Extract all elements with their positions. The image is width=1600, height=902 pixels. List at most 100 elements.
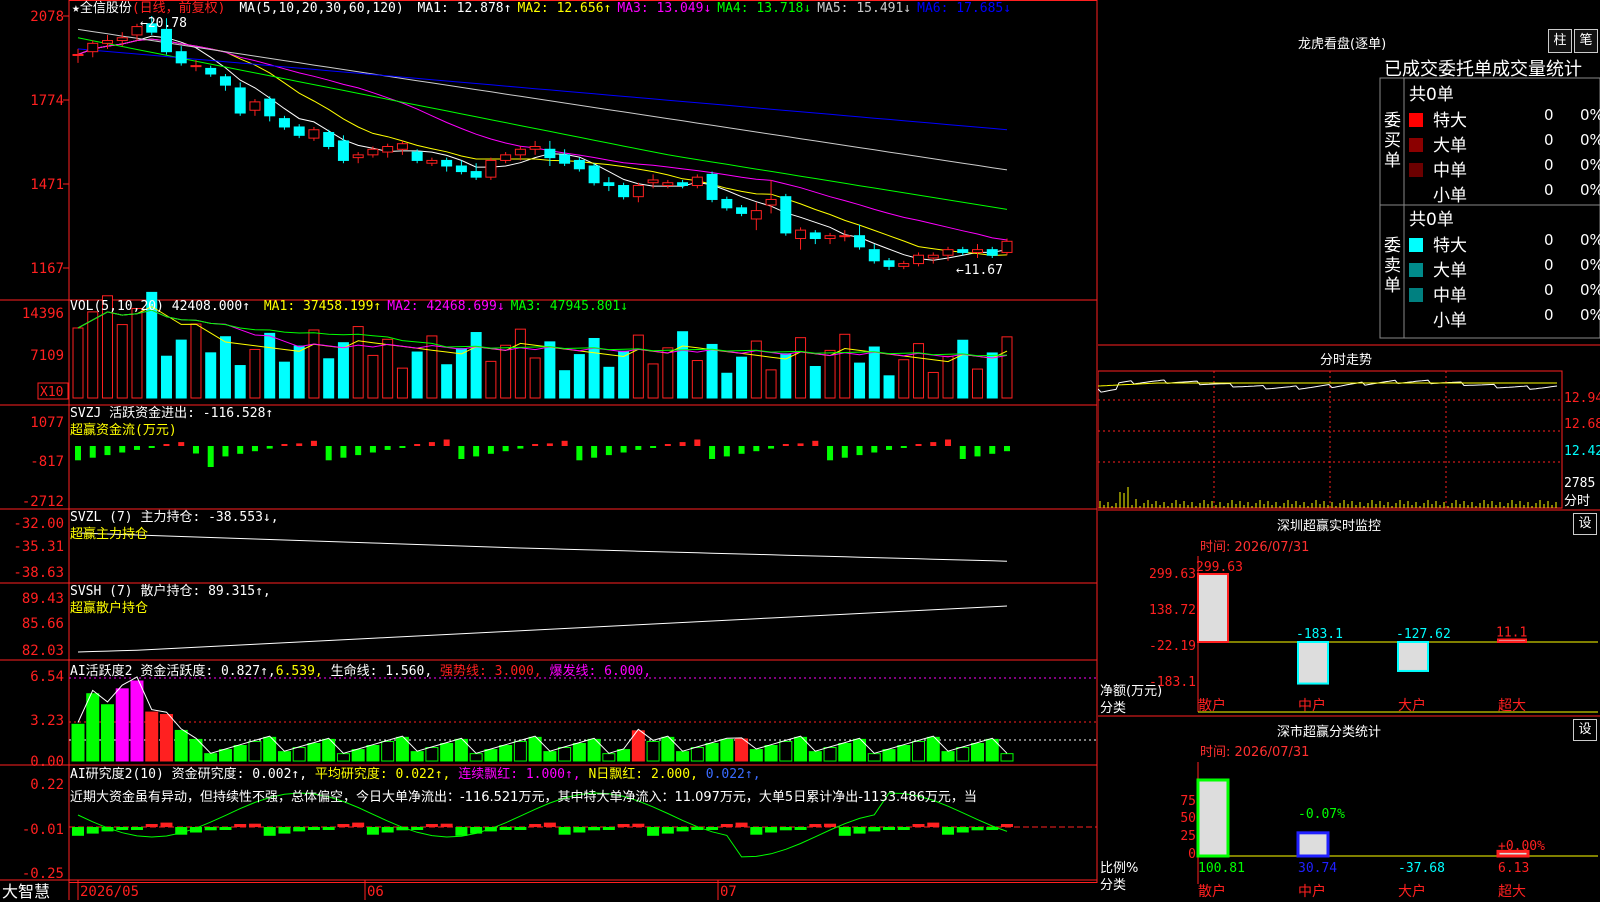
activity-bar <box>71 723 85 762</box>
ma-value-2: MA2: 12.656↑ <box>517 1 612 16</box>
candle-body <box>750 210 762 220</box>
volume-bar <box>603 366 615 399</box>
sell-order-count: 0 <box>1544 231 1554 249</box>
fund-flow-bar <box>458 446 465 459</box>
buy-order-type: 特大 <box>1433 111 1467 131</box>
activity-bar <box>86 693 100 762</box>
volume-bar <box>293 345 305 399</box>
fund-flow-bar <box>782 444 789 446</box>
buy-order-percent: 0% <box>1580 106 1600 124</box>
fund-flow-bar <box>443 439 450 446</box>
volume-bar <box>883 375 895 399</box>
fund-flow-bar <box>502 446 509 452</box>
volume-bar <box>72 327 84 399</box>
research-bar <box>883 827 896 830</box>
activity-bar <box>1000 753 1014 762</box>
candle-body <box>972 249 984 253</box>
volume-bar <box>470 332 482 399</box>
ai-res-red: 连续飘红: 1.000↑, <box>458 767 581 782</box>
vol-unit-label: X10 <box>40 385 63 400</box>
main-chart-header: ★全信股份(日线，前复权) MA(5,10,20,30,60,120) MA1:… <box>72 0 1011 17</box>
candle-body <box>632 185 644 198</box>
candle-body <box>868 249 880 262</box>
activity-bar <box>676 751 690 762</box>
main-y-tick-label: 1471 <box>30 177 64 193</box>
monitor-bar <box>1197 573 1229 643</box>
research-bar <box>868 827 881 832</box>
activity-bar <box>617 749 631 762</box>
sell-order-count: 0 <box>1544 256 1554 274</box>
candle-body <box>337 140 349 161</box>
fund-flow-bar <box>119 446 126 453</box>
candle-body <box>677 182 689 187</box>
pen-mode-button[interactable]: 笔 <box>1574 29 1598 53</box>
activity-bar <box>100 704 114 762</box>
fund-flow-bar <box>296 443 303 446</box>
monitor-settings-button[interactable]: 设 <box>1573 513 1597 535</box>
research-bar <box>661 827 674 834</box>
research-bar <box>588 827 601 831</box>
activity-bar <box>912 740 926 762</box>
volume-bar <box>190 323 202 399</box>
volume-bar <box>308 329 320 399</box>
volume-bar <box>765 369 777 399</box>
activity-bar <box>808 751 822 762</box>
research-bar <box>470 827 483 834</box>
bar-mode-button[interactable]: 柱 <box>1548 29 1572 53</box>
candle-body <box>957 249 969 253</box>
vol-y-tick-label: 7109 <box>30 348 64 364</box>
candle-body <box>190 65 202 68</box>
svsh-y-tick-label: 82.03 <box>22 643 64 659</box>
candle-body <box>514 148 526 156</box>
fund-flow-bar <box>591 446 598 458</box>
volume-bar <box>927 371 939 399</box>
fund-flow-bar <box>310 440 317 446</box>
buy-order-type: 小单 <box>1433 186 1467 206</box>
fund-flow-bar <box>753 446 760 452</box>
volume-bar <box>824 349 836 399</box>
stock-title[interactable]: ★全信股份 <box>72 1 132 16</box>
candle-body <box>854 235 866 248</box>
class-settings-button[interactable]: 设 <box>1573 719 1597 741</box>
research-bar <box>529 824 542 827</box>
candle-body <box>603 182 615 187</box>
research-bar <box>499 827 512 830</box>
candle-body <box>264 98 276 117</box>
fund-flow-bar <box>384 446 391 450</box>
candle-body <box>942 249 954 256</box>
class-title: 深市超赢分类统计 <box>1277 725 1382 740</box>
volume-bar <box>455 348 467 399</box>
activity-bar <box>882 749 896 762</box>
fenshi-tick-label: 12.94 <box>1564 391 1600 406</box>
sell-order-color-swatch <box>1409 313 1423 327</box>
candle-body <box>691 176 703 187</box>
sell-order-color-swatch <box>1409 288 1423 302</box>
ma-value-5: MA5: 15.491↓ <box>817 1 912 16</box>
candle-body <box>352 154 364 159</box>
fund-flow-bar <box>251 446 258 452</box>
vol-ma-values: MA1: 37458.199↑ MA2: 42468.699↓ MA3: 47945… <box>258 299 628 314</box>
research-bar <box>366 827 379 835</box>
fund-flow-bar <box>148 446 155 448</box>
fenshi-tick-label: 12.68 <box>1564 417 1600 432</box>
volume-bar <box>205 352 217 399</box>
activity-bar <box>351 749 365 762</box>
period-label[interactable]: (日线，前复权) <box>132 1 226 16</box>
fund-flow-bar <box>797 443 804 446</box>
research-bar <box>647 827 660 836</box>
svsh-header: SVSH (7) 散户持仓: 89.315↑, 超赢散户持仓 <box>70 583 271 617</box>
research-bar <box>307 827 320 830</box>
activity-bar <box>410 751 424 762</box>
fund-flow-bar <box>650 446 657 448</box>
candle-body <box>883 260 895 267</box>
volume-bar <box>559 370 571 399</box>
vol-ma-value-1: MA1: 37458.199↑ <box>263 299 382 314</box>
fund-flow-bar <box>930 442 937 446</box>
sell-order-percent: 0% <box>1580 231 1600 249</box>
buy-total: 共0单 <box>1409 85 1454 105</box>
candle-body <box>662 182 674 187</box>
monitor-time: 时间: 2026/07/31 <box>1200 540 1310 555</box>
activity-bar <box>779 740 793 762</box>
volume-bar <box>249 348 261 399</box>
research-bar <box>779 827 792 831</box>
